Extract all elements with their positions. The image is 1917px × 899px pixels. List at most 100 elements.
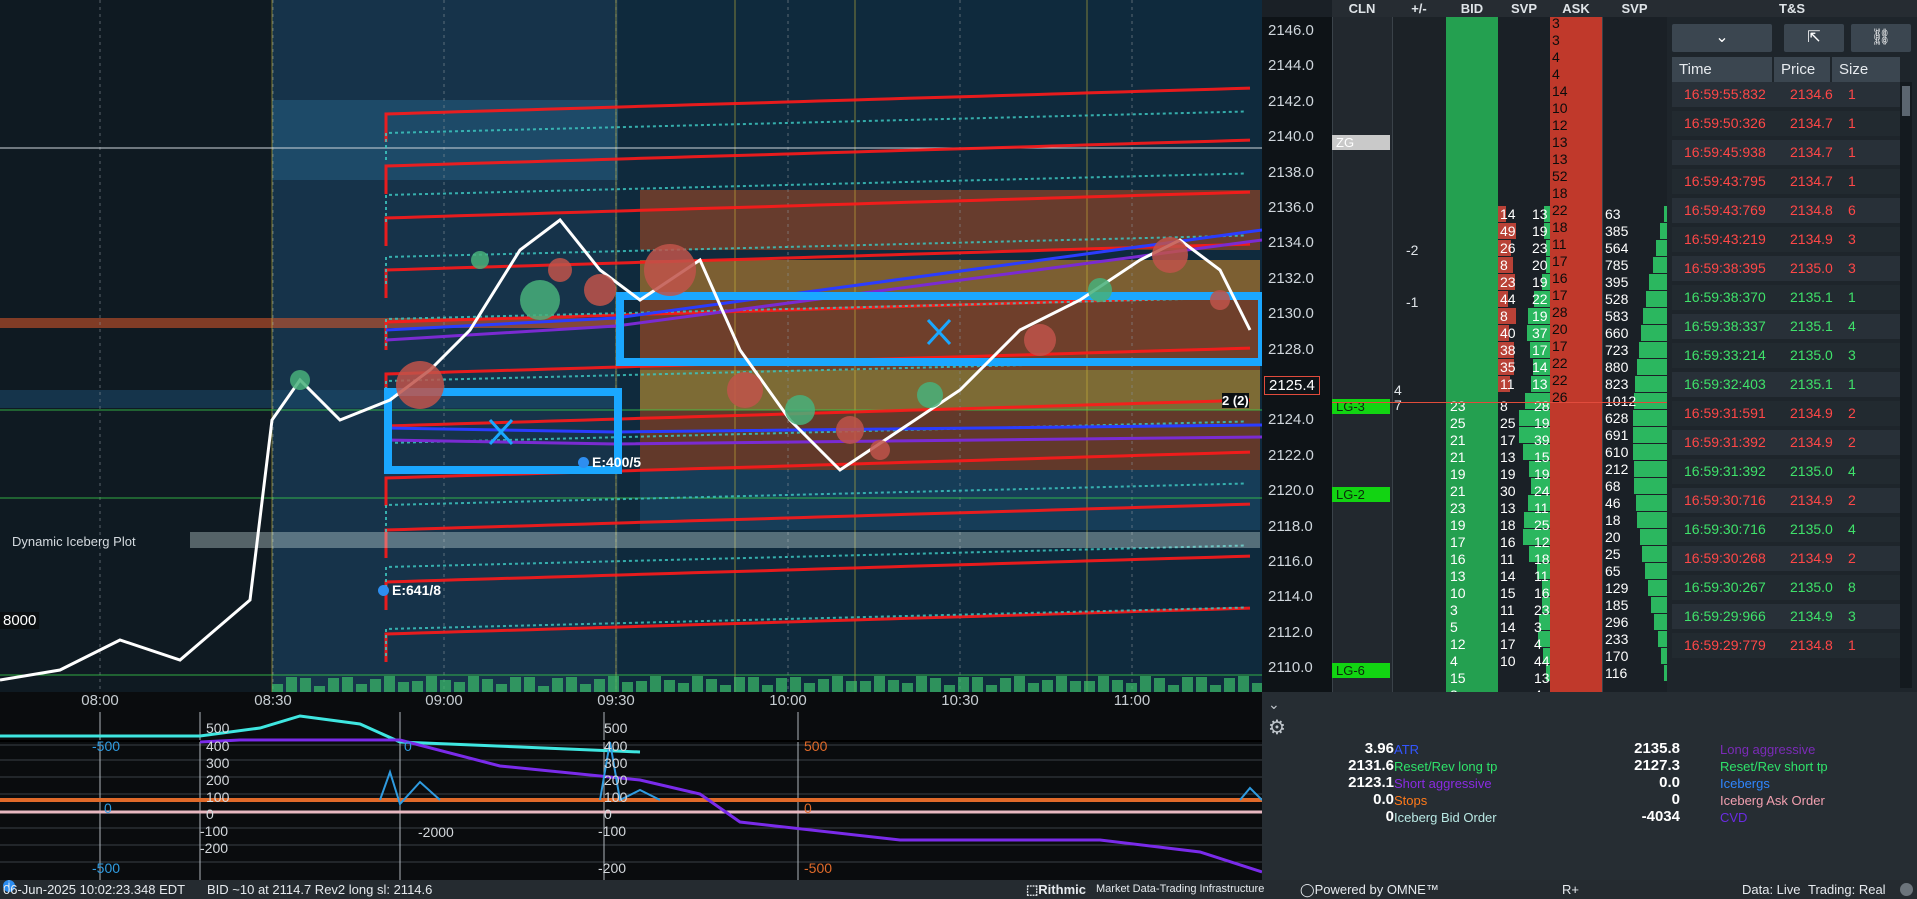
price-axis[interactable]: 2146.0 2144.0 2142.0 2140.0 2138.0 2136.0 2134… [1262,17,1332,692]
position-tag: 2 (2) [1222,393,1249,408]
price-level[interactable]: 2144.0 [1268,57,1314,74]
ts-row[interactable]: 16:59:55:832 2134.6 1 [1672,82,1904,107]
ts-row[interactable]: 16:59:38:395 2135.0 3 [1672,256,1904,281]
bid-volume: 25 [1450,415,1466,431]
ts-price: 2135.1 [1790,376,1833,392]
ts-time: 16:59:38:395 [1684,260,1766,276]
ts-row[interactable]: 16:59:43:795 2134.7 1 [1672,169,1904,194]
price-level[interactable]: 2130.0 [1268,305,1314,322]
connection-status-icon[interactable] [1900,883,1913,896]
price-level[interactable]: 2118.0 [1268,518,1313,535]
price-level[interactable]: 2146.0 [1268,22,1314,39]
trade-bubble [471,251,489,269]
heatmap-chart[interactable]: Dynamic Iceberg Plot 8000 E:400/5 E:641/… [0,0,1262,692]
stat-value: 2123.1 [1348,774,1394,791]
price-level[interactable]: 2138.0 [1268,164,1314,181]
ts-row[interactable]: 16:59:31:591 2134.9 2 [1672,401,1904,426]
volume-bar [468,676,479,692]
price-level[interactable]: 2132.0 [1268,270,1314,287]
price-level[interactable]: 2110.0 [1268,659,1313,676]
indicator-canvas[interactable] [0,712,1262,880]
ladder-header-svp[interactable]: SVP [1498,0,1550,17]
ts-row[interactable]: 16:59:30:716 2135.0 4 [1672,517,1904,542]
ts-row[interactable]: 16:59:31:392 2134.9 2 [1672,430,1904,455]
cln-tag-zg[interactable]: ZG [1332,135,1390,150]
time-label-1000: 10:00 [769,692,807,709]
ts-size: 1 [1848,86,1856,102]
ts-scroll-thumb[interactable] [1902,86,1910,116]
price-level[interactable]: 2128.0 [1268,341,1314,358]
bid-volume: 12 [1450,636,1466,652]
ind-tick: -100 [200,823,229,839]
ask-volume: 52 [1552,168,1568,184]
ts-col-size[interactable]: Size [1832,57,1900,82]
volume-bar [650,676,661,692]
ts-row[interactable]: 16:59:50:326 2134.7 1 [1672,111,1904,136]
ts-scrollbar[interactable] [1900,82,1912,688]
svp-ask-volume: 14 [1532,359,1548,375]
price-level[interactable]: 2136.0 [1268,199,1314,216]
price-level[interactable]: 2142.0 [1268,93,1314,110]
time-label-0830: 08:30 [254,692,292,709]
gear-icon[interactable]: ⚙ [1268,715,1286,740]
ts-time: 16:59:30:268 [1684,550,1766,566]
ts-price: 2134.6 [1790,86,1833,102]
rithmic-subtitle: Market Data-Trading Infrastructure [1096,883,1265,895]
stat-label: CVD [1720,810,1748,825]
ts-col-time[interactable]: Time [1672,57,1772,82]
time-label-1030: 10:30 [941,692,979,709]
volume-bar [1098,676,1109,692]
trade-bubble [727,372,763,408]
ts-row[interactable]: 16:59:43:219 2134.9 3 [1672,227,1904,252]
price-level[interactable]: 2140.0 [1268,128,1314,145]
price-level[interactable]: 2116.0 [1268,553,1313,570]
ts-row[interactable]: 16:59:30:268 2134.9 2 [1672,546,1904,571]
volume-bar [1210,685,1221,692]
ts-row[interactable]: 16:59:29:966 2134.9 3 [1672,604,1904,629]
ts-size: 1 [1848,637,1856,653]
ts-popout-button[interactable]: ⇱ [1784,24,1844,52]
cln-tag-lg-2[interactable]: LG-2 [1332,487,1390,502]
price-level[interactable]: 2134.0 [1268,234,1314,251]
svp2-volume: 46 [1605,495,1621,511]
ts-size: 2 [1848,434,1856,450]
trade-bubble [290,370,310,390]
annotation-e641[interactable]: E:641/8 [378,582,441,598]
price-level[interactable]: 2112.0 [1268,624,1313,641]
collapse-chevron-icon[interactable]: ⌄ [1268,696,1280,713]
ts-row[interactable]: 16:59:43:769 2134.8 6 [1672,198,1904,223]
ts-row[interactable]: 16:59:38:370 2135.1 1 [1672,285,1904,310]
ladder-header-bid[interactable]: BID [1446,0,1498,17]
ladder-header-plus-minus[interactable]: +/- [1392,0,1446,17]
ts-row[interactable]: 16:59:29:779 2134.8 1 [1672,633,1904,658]
price-ladder[interactable]: CLN +/- BID SVP ASK SVP 2146.0 2144.0 2142… [1262,0,1667,692]
price-level[interactable]: 2120.0 [1268,482,1314,499]
ts-row[interactable]: 16:59:38:337 2135.1 4 [1672,314,1904,339]
cln-tag-lg-6[interactable]: LG-6 [1332,663,1390,678]
ts-row[interactable]: 16:59:32:403 2135.1 1 [1672,372,1904,397]
svp2-volume: 564 [1605,240,1629,256]
price-level[interactable]: 2124.0 [1268,411,1314,428]
bid-volume: 3 [1450,602,1458,618]
price-level[interactable]: 2114.0 [1268,588,1313,605]
price-level[interactable]: 2125.4 [1264,376,1320,395]
indicator-panel[interactable]: -500 0 -500 500 400 300 200 100 0 -100 -… [0,712,1262,880]
ts-size: 1 [1848,144,1856,160]
ind-tick: 300 [206,755,230,771]
ts-link-button[interactable]: ⛓ [1851,24,1911,52]
volume-bar [930,678,941,692]
ts-row[interactable]: 16:59:45:938 2134.7 1 [1672,140,1904,165]
ladder-header-cln[interactable]: CLN [1332,0,1392,17]
ts-row[interactable]: 16:59:33:214 2135.0 3 [1672,343,1904,368]
ts-dropdown-button[interactable]: ⌄ [1672,24,1772,52]
ts-row[interactable]: 16:59:30:716 2134.9 2 [1672,488,1904,513]
ts-row[interactable]: 16:59:31:392 2135.0 4 [1672,459,1904,484]
time-and-sales-panel[interactable]: T&S ⌄ ⇱ ⛓ Time Price Size 16:59:55:832 21… [1667,0,1917,692]
ts-col-price[interactable]: Price [1774,57,1830,82]
ts-row[interactable]: 16:59:30:267 2135.0 8 [1672,575,1904,600]
ladder-header-svp2[interactable]: SVP [1602,0,1667,17]
price-level[interactable]: 2122.0 [1268,447,1314,464]
annotation-e400[interactable]: E:400/5 [578,454,641,470]
heatmap-canvas[interactable] [0,0,1262,692]
volume-bar [342,677,353,692]
